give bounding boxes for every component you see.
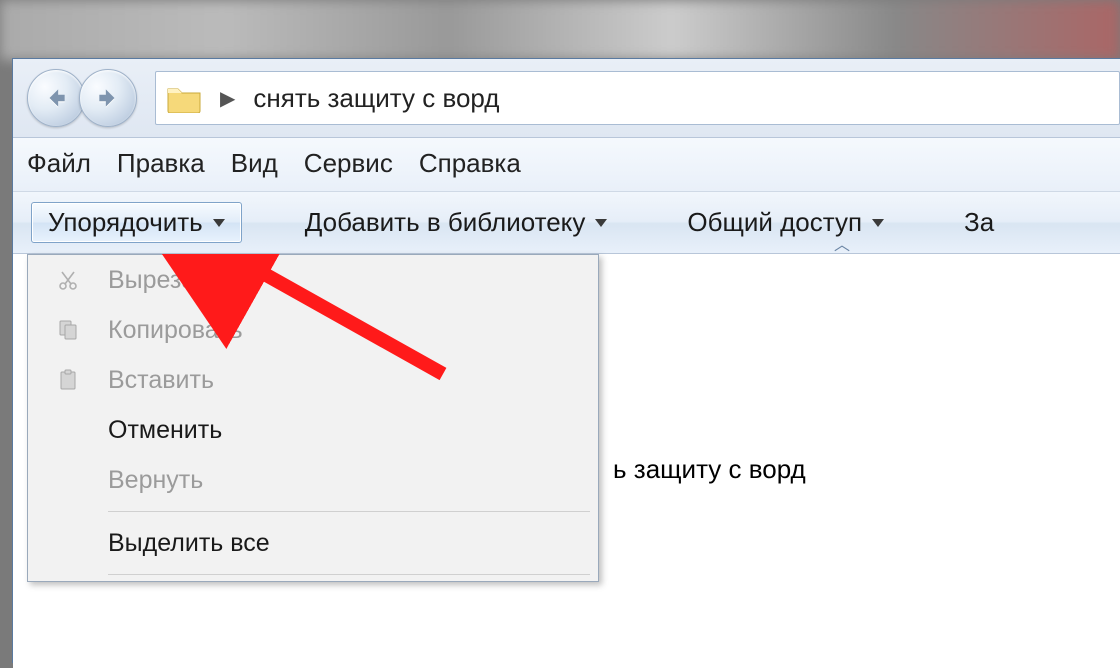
breadcrumb-current: снять защиту с ворд	[253, 83, 499, 114]
menu-item-copy[interactable]: Копировать	[28, 305, 598, 355]
menu-view[interactable]: Вид	[231, 148, 278, 179]
toolbar: Упорядочить Добавить в библиотеку Общий …	[13, 192, 1120, 254]
copy-icon	[28, 318, 108, 342]
menu-file[interactable]: Файл	[27, 148, 91, 179]
chevron-down-icon	[595, 219, 607, 227]
menu-help[interactable]: Справка	[419, 148, 521, 179]
breadcrumb-separator-icon: ▶	[220, 86, 235, 111]
menu-item-select-all[interactable]: Выделить все	[28, 518, 598, 568]
toolbar-truncated-label: За	[964, 207, 994, 238]
file-name-fragment: ь защиту с ворд	[613, 454, 806, 485]
nav-buttons	[27, 69, 137, 127]
organize-dropdown: Вырезать Копировать Вставить Отменить	[27, 254, 599, 582]
menu-edit[interactable]: Правка	[117, 148, 205, 179]
scissors-icon	[28, 268, 108, 292]
menu-item-label: Вернуть	[108, 466, 203, 495]
toolbar-truncated-button[interactable]: За	[947, 202, 1011, 243]
address-bar[interactable]: ▶ снять защиту с ворд	[155, 71, 1120, 125]
clipboard-icon	[28, 368, 108, 392]
menu-separator	[108, 511, 590, 512]
chevron-down-icon	[872, 219, 884, 227]
menu-bar: Файл Правка Вид Сервис Справка	[13, 138, 1120, 192]
add-to-library-button[interactable]: Добавить в библиотеку	[288, 202, 625, 243]
arrow-left-icon	[43, 85, 69, 111]
menu-item-undo[interactable]: Отменить	[28, 405, 598, 455]
desktop-blur-background	[0, 0, 1120, 60]
share-button[interactable]: Общий доступ	[670, 202, 901, 243]
explorer-window: ▶ снять защиту с ворд Файл Правка Вид Се…	[12, 58, 1120, 663]
back-button[interactable]	[27, 69, 85, 127]
menu-item-label: Вырезать	[108, 266, 219, 295]
nav-row: ▶ снять защиту с ворд	[13, 59, 1120, 138]
content-area: ь защиту с ворд Вырезать Копировать Вста…	[13, 254, 1120, 668]
menu-separator	[108, 574, 590, 575]
organize-label: Упорядочить	[48, 207, 203, 238]
menu-item-cut[interactable]: Вырезать	[28, 255, 598, 305]
folder-icon	[166, 83, 202, 113]
menu-item-label: Выделить все	[108, 529, 270, 558]
menu-tools[interactable]: Сервис	[304, 148, 393, 179]
organize-button[interactable]: Упорядочить	[31, 202, 242, 243]
menu-item-redo[interactable]: Вернуть	[28, 455, 598, 505]
arrow-right-icon	[95, 85, 121, 111]
menu-item-paste[interactable]: Вставить	[28, 355, 598, 405]
menu-item-label: Вставить	[108, 366, 214, 395]
add-library-label: Добавить в библиотеку	[305, 207, 586, 238]
chevron-down-icon	[213, 219, 225, 227]
forward-button[interactable]	[79, 69, 137, 127]
menu-item-label: Копировать	[108, 316, 243, 345]
chevron-up-icon[interactable]: ︿	[834, 231, 850, 255]
menu-item-label: Отменить	[108, 416, 222, 445]
